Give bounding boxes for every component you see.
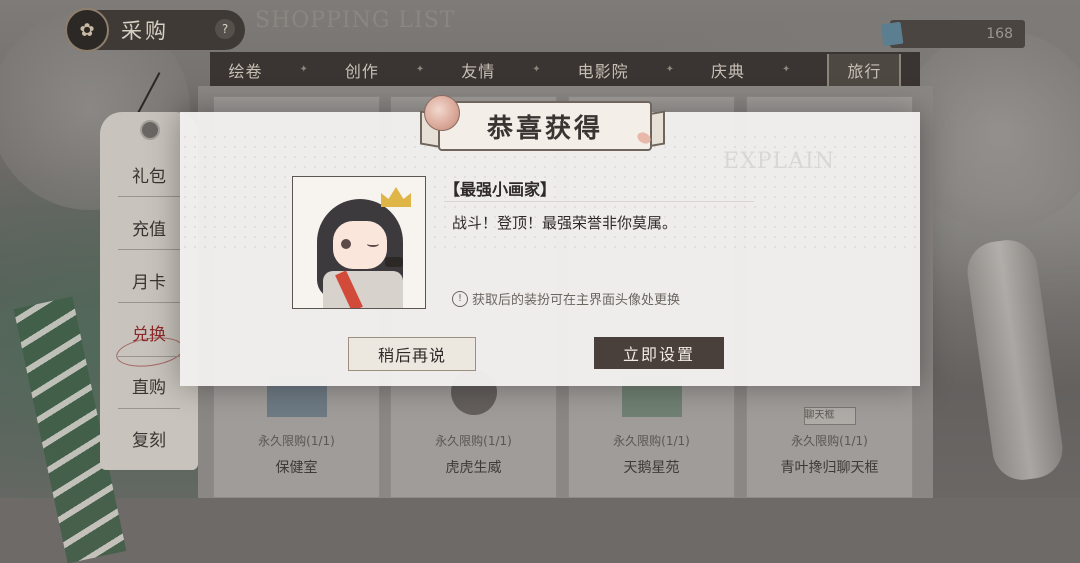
item-name: 保健室	[275, 460, 318, 476]
tag-hole	[140, 120, 160, 140]
tab-dianyingyuan[interactable]: 电影院	[578, 58, 629, 82]
separator-dot: ✦	[665, 64, 674, 75]
title-banner: 恭喜获得	[420, 95, 665, 155]
purchase-limit: 永久限购(1/1)	[435, 434, 512, 448]
banner-body: 恭喜获得	[438, 101, 652, 151]
reward-note: ! 获取后的装扮可在主界面头像处更换	[452, 289, 680, 308]
crown-icon	[381, 187, 411, 207]
item-name: 天鹅星苑	[623, 460, 680, 476]
item-name: 虎虎生威	[445, 460, 502, 476]
separator-dot: ✦	[532, 64, 541, 75]
avatar-eye	[341, 239, 351, 249]
modal-title: 恭喜获得	[486, 113, 603, 144]
purchase-limit: 永久限购(1/1)	[258, 434, 335, 448]
avatar-face	[333, 221, 387, 269]
tab-chuangzuo[interactable]: 创作	[345, 58, 379, 82]
tab-qingdian[interactable]: 庆典	[711, 58, 745, 82]
info-icon: !	[452, 290, 468, 307]
divider	[444, 201, 754, 202]
tab-huijuan[interactable]: 绘卷	[228, 58, 262, 82]
separator-dot: ✦	[299, 64, 308, 75]
purchase-limit: 永久限购(1/1)	[613, 434, 690, 448]
avatar-wink	[367, 241, 379, 247]
separator-dot: ✦	[781, 64, 791, 75]
currency-icon	[880, 21, 904, 47]
divider	[118, 302, 180, 303]
help-icon[interactable]: ?	[215, 19, 235, 39]
page-title: 采购	[121, 19, 169, 43]
bow-icon: ✿	[65, 8, 109, 52]
category-tabs: 绘卷 ✦ 创作 ✦ 友情 ✦ 电影院 ✦ 庆典 ✦ 旅行	[210, 52, 920, 87]
reward-description: 战斗！登顶！最强荣誉非你莫属。	[452, 214, 678, 232]
divider	[118, 196, 180, 197]
purchase-limit: 永久限购(1/1)	[791, 434, 868, 448]
avatar-bow	[385, 257, 403, 267]
divider	[118, 249, 180, 250]
item-name: 青叶搀归聊天框	[780, 460, 879, 476]
divider	[118, 356, 180, 357]
note-text: 获取后的装扮可在主界面头像处更换	[472, 293, 681, 308]
explain-decor: EXPLAIN	[723, 149, 835, 174]
rose-icon	[424, 95, 460, 131]
currency-display: 168	[880, 20, 1025, 48]
reward-name: 【最强小画家】	[444, 180, 557, 199]
currency-amount: 168	[986, 26, 1013, 42]
divider	[118, 408, 180, 409]
avatar-frame-preview	[292, 176, 426, 309]
later-button[interactable]: 稍后再说	[348, 337, 476, 371]
separator-dot: ✦	[415, 64, 425, 75]
set-now-button[interactable]: 立即设置	[594, 337, 724, 369]
tab-lvxing[interactable]: 旅行	[827, 53, 902, 86]
tab-youqing[interactable]: 友情	[461, 58, 495, 82]
sidebar-item-fuke[interactable]: 复刻	[100, 426, 198, 451]
shopping-list-decor: SHOPPING LIST	[255, 8, 456, 33]
